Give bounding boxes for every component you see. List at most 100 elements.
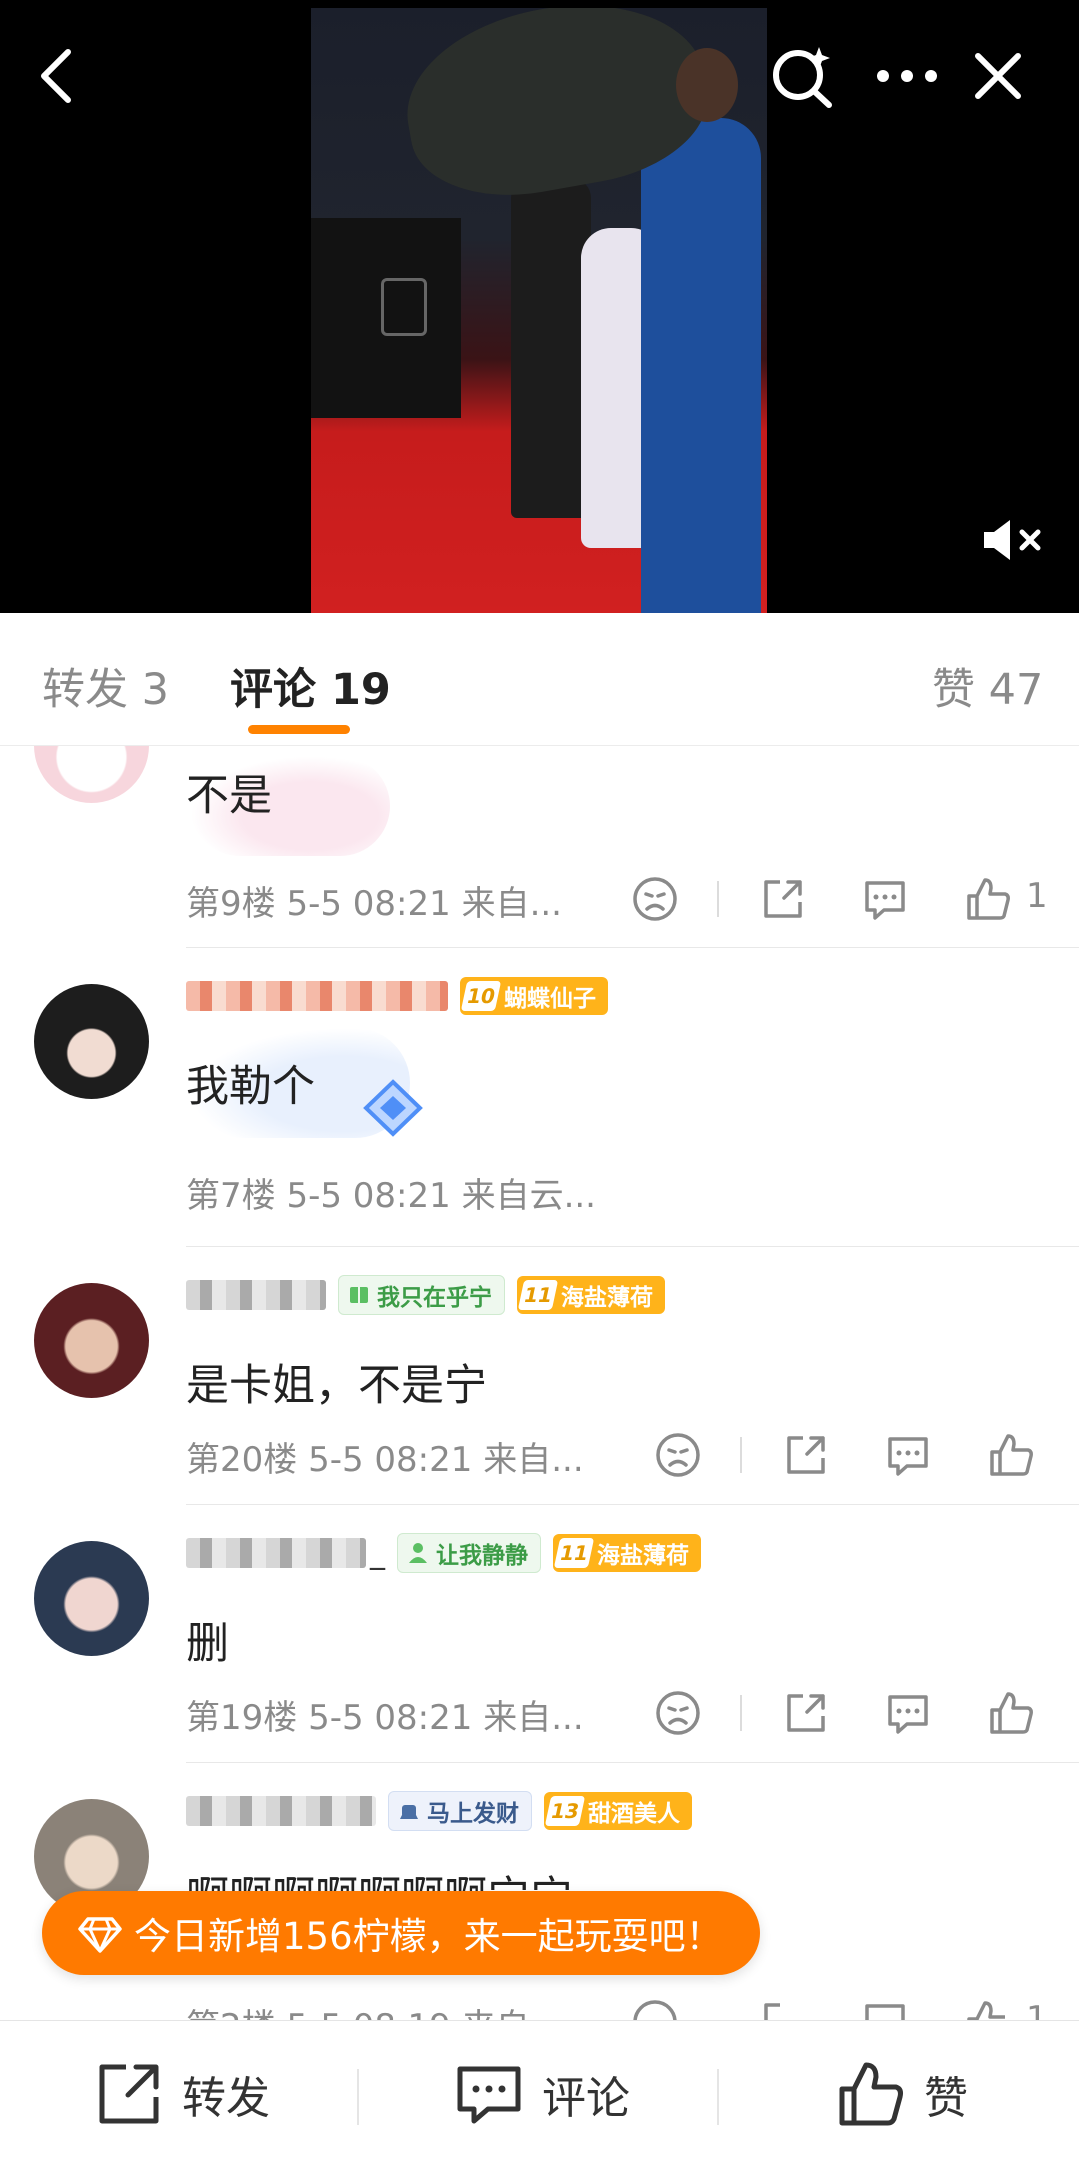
like-icon[interactable] bbox=[986, 1688, 1036, 1738]
close-icon bbox=[975, 53, 1021, 99]
comment-divider bbox=[186, 1504, 1079, 1505]
share-icon[interactable] bbox=[758, 874, 808, 924]
person-icon bbox=[409, 1543, 427, 1563]
diamond-sticker-icon bbox=[363, 1079, 423, 1137]
back-button[interactable] bbox=[22, 40, 94, 112]
username-redacted[interactable] bbox=[186, 1796, 376, 1826]
comment-text: 是卡姐，不是宁 bbox=[186, 1361, 487, 1411]
repost-button[interactable]: 转发 bbox=[94, 2021, 270, 2167]
comment-meta: 第9楼 5-5 08:21 来自... bbox=[186, 884, 562, 924]
reply-icon[interactable] bbox=[860, 1997, 910, 2020]
comment-author-row: 我只在乎宁 11 海盐薄荷 bbox=[186, 1273, 665, 1317]
user-title-badge[interactable]: 马上发财 bbox=[388, 1791, 532, 1831]
avatar[interactable] bbox=[34, 746, 149, 803]
action-separator bbox=[740, 1695, 742, 1731]
mute-icon bbox=[984, 520, 1041, 560]
video-backdrop-logo bbox=[381, 278, 427, 336]
comment-divider bbox=[186, 1762, 1079, 1763]
video-frame[interactable] bbox=[311, 8, 767, 613]
reply-icon[interactable] bbox=[883, 1688, 933, 1738]
comment-meta: 第2楼 5-5 08:19 来自 bbox=[186, 1999, 530, 2020]
fan-level-badge[interactable]: 11 海盐薄荷 bbox=[553, 1534, 701, 1572]
close-button[interactable] bbox=[962, 40, 1034, 112]
avatar[interactable] bbox=[34, 1283, 149, 1398]
video-figure-head bbox=[676, 48, 738, 122]
like-icon[interactable] bbox=[963, 874, 1013, 924]
user-title-badge[interactable]: 让我静静 bbox=[397, 1533, 541, 1573]
video-player[interactable] bbox=[0, 0, 1079, 613]
book-icon bbox=[350, 1287, 368, 1303]
dislike-icon[interactable] bbox=[653, 1688, 703, 1738]
fan-level-number: 11 bbox=[517, 1280, 559, 1310]
bot-icon bbox=[400, 1805, 418, 1819]
comment-meta: 第20楼 5-5 08:21 来自... bbox=[186, 1440, 584, 1480]
username-redacted[interactable] bbox=[186, 1538, 366, 1568]
user-title-badge[interactable]: 我只在乎宁 bbox=[338, 1275, 505, 1315]
lemon-promo-banner[interactable]: 今日新增156柠檬，来一起玩耍吧！ bbox=[42, 1891, 760, 1975]
comment-button[interactable]: 评论 bbox=[454, 2021, 630, 2167]
action-separator bbox=[740, 1437, 742, 1473]
more-button[interactable] bbox=[871, 40, 943, 112]
avatar[interactable] bbox=[34, 984, 149, 1099]
like-label: 赞 bbox=[924, 2073, 968, 2124]
repost-icon bbox=[99, 2064, 159, 2124]
comment-text: 我勒个 bbox=[186, 1062, 315, 1112]
share-icon[interactable] bbox=[781, 1688, 831, 1738]
comment-author-row: 10 蝴蝶仙子 bbox=[186, 974, 608, 1018]
mute-button[interactable] bbox=[980, 515, 1050, 565]
user-title-label: 我只在乎宁 bbox=[377, 1285, 492, 1311]
fan-level-badge[interactable]: 10 蝴蝶仙子 bbox=[460, 977, 608, 1015]
fan-level-badge[interactable]: 11 海盐薄荷 bbox=[517, 1276, 665, 1314]
tab-reposts[interactable]: 转发 3 bbox=[42, 655, 169, 717]
user-title-label: 马上发财 bbox=[427, 1801, 519, 1827]
bottom-separator bbox=[717, 2069, 719, 2125]
fan-level-number: 13 bbox=[544, 1796, 586, 1826]
more-icon bbox=[877, 70, 937, 82]
like-icon[interactable] bbox=[963, 1997, 1013, 2020]
user-title-label: 让我静静 bbox=[436, 1543, 528, 1569]
diamond-icon bbox=[78, 1917, 122, 1953]
tab-likes[interactable]: 赞 47 bbox=[932, 655, 1043, 717]
comment-author-row: _ 让我静静 11 海盐薄荷 bbox=[186, 1531, 701, 1575]
comment-list[interactable]: 不是 第9楼 5-5 08:21 来自... 1 10 蝴蝶仙子 我勒个 第7楼… bbox=[0, 746, 1079, 2020]
dislike-icon[interactable] bbox=[630, 874, 680, 924]
comment-meta: 第19楼 5-5 08:21 来自... bbox=[186, 1698, 584, 1738]
dislike-icon[interactable] bbox=[653, 1430, 703, 1480]
comment-icon bbox=[457, 2066, 521, 2124]
like-count: 1 bbox=[1026, 876, 1048, 916]
comment-divider bbox=[186, 947, 1079, 948]
repost-label: 转发 bbox=[182, 2073, 270, 2124]
video-figure bbox=[511, 178, 591, 518]
share-icon[interactable] bbox=[781, 1430, 831, 1480]
share-icon[interactable] bbox=[758, 1997, 808, 2020]
promo-text: 今日新增156柠檬，来一起玩耍吧！ bbox=[134, 1915, 723, 1958]
fan-badge-label: 海盐薄荷 bbox=[597, 1543, 689, 1569]
fan-level-number: 10 bbox=[460, 981, 502, 1011]
thumbs-up-icon bbox=[839, 2062, 903, 2126]
video-figure bbox=[641, 118, 761, 613]
action-separator bbox=[717, 881, 719, 917]
reply-icon[interactable] bbox=[860, 874, 910, 924]
fan-level-number: 11 bbox=[553, 1538, 595, 1568]
fan-badge-label: 海盐薄荷 bbox=[561, 1285, 653, 1311]
comment-text: 不是 bbox=[186, 771, 272, 821]
like-button[interactable]: 赞 bbox=[836, 2021, 968, 2167]
dislike-icon[interactable] bbox=[630, 1997, 680, 2020]
back-icon bbox=[41, 49, 71, 103]
bottom-action-bar: 转发 评论 赞 bbox=[0, 2020, 1079, 2167]
like-count: 1 bbox=[1026, 1999, 1048, 2020]
like-icon[interactable] bbox=[986, 1430, 1036, 1480]
fan-level-badge[interactable]: 13 甜酒美人 bbox=[544, 1792, 692, 1830]
username-redacted[interactable] bbox=[186, 981, 448, 1011]
search-button[interactable] bbox=[766, 40, 838, 112]
reply-icon[interactable] bbox=[883, 1430, 933, 1480]
bottom-separator bbox=[357, 2069, 359, 2125]
comment-text: 删 bbox=[186, 1619, 229, 1669]
avatar[interactable] bbox=[34, 1541, 149, 1656]
comment-meta: 第7楼 5-5 08:21 来自云... bbox=[186, 1176, 596, 1216]
username-redacted[interactable] bbox=[186, 1280, 326, 1310]
tab-comments[interactable]: 评论 19 bbox=[230, 655, 391, 717]
comment-label: 评论 bbox=[542, 2073, 630, 2124]
fan-badge-label: 甜酒美人 bbox=[588, 1801, 680, 1827]
interaction-tabs: 转发 3 评论 19 赞 47 bbox=[0, 613, 1079, 746]
